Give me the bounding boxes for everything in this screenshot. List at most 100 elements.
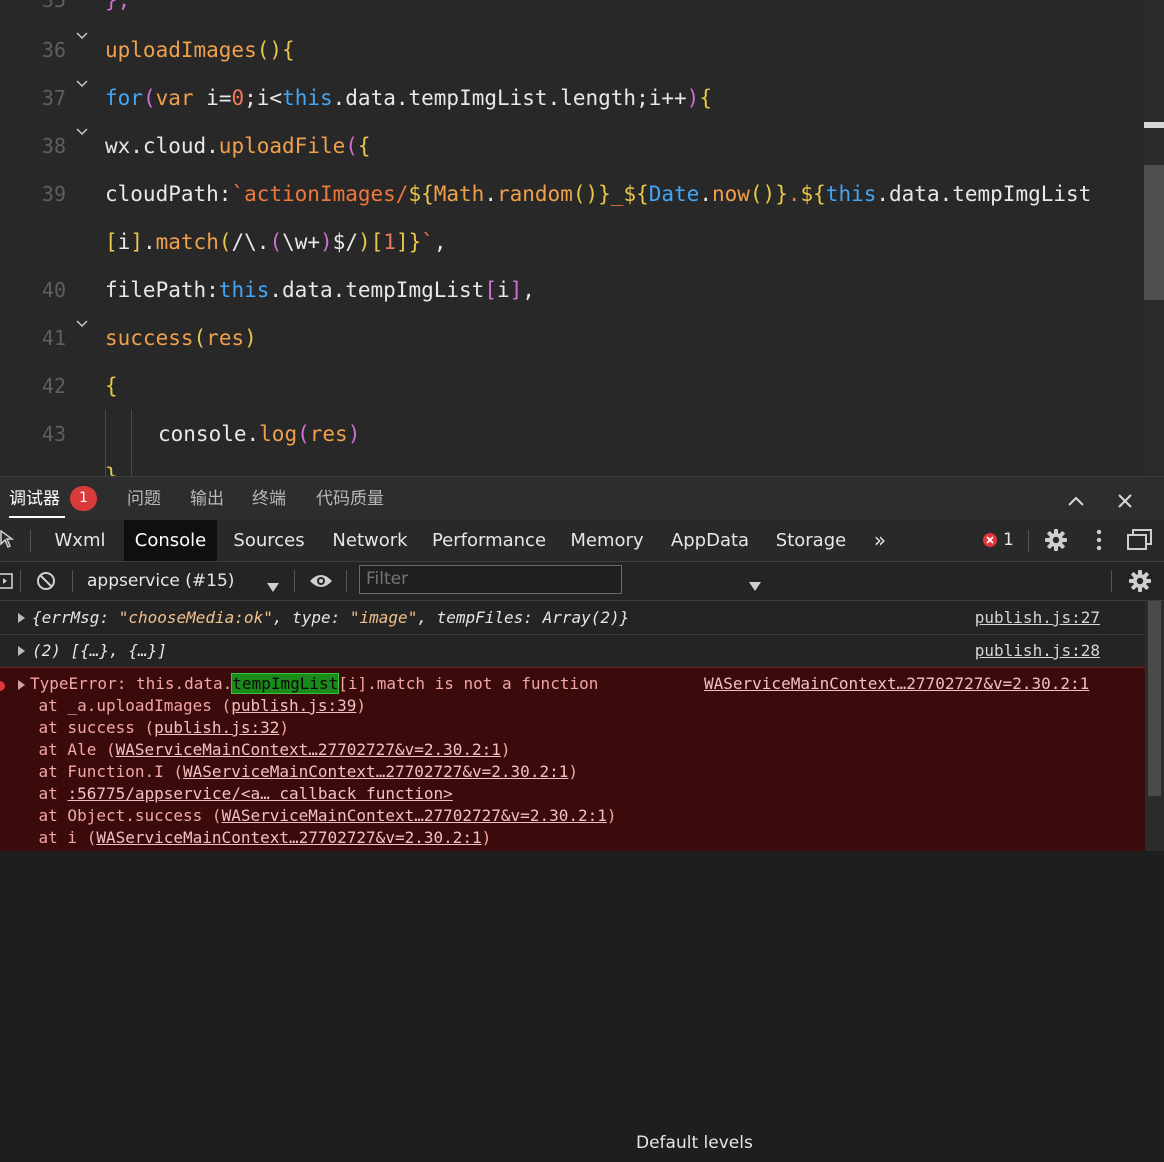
code-line: 36 uploadImages(){ [0, 26, 1144, 74]
line-number: 41 [41, 326, 66, 350]
editor-scroll-thumb[interactable] [1144, 165, 1164, 300]
stack-link[interactable]: WAServiceMainContext…27702727&v=2.30.2:1 [183, 762, 568, 781]
stack-frame: at Object.success (WAServiceMainContext…… [0, 806, 617, 825]
error-icon [0, 677, 6, 696]
filter-input[interactable] [366, 566, 616, 593]
code-line: 38 wx.cloud.uploadFile({ [0, 122, 1144, 170]
tab-code-quality[interactable]: 代码质量 [316, 477, 384, 521]
code-text: console.log(res) [158, 422, 361, 446]
filter-box[interactable] [359, 565, 622, 594]
tab-performance[interactable]: Performance [428, 520, 550, 561]
code-text: [i].match(/\.(\w+)$/)[1]}`, [105, 230, 447, 254]
console-output[interactable]: {errMsg: "chooseMedia:ok", type: "image"… [0, 601, 1164, 851]
code-text: } [105, 464, 118, 476]
tab-network[interactable]: Network [324, 520, 416, 561]
default-levels-dropdown[interactable]: Default levels [636, 1124, 753, 1162]
stack-link[interactable]: :56775/appservice/<a… callback function> [67, 784, 452, 803]
default-levels-label[interactable]: Default levels [636, 1133, 753, 1153]
code-line: [i].match(/\.(\w+)$/)[1]}`, [0, 218, 1144, 266]
dropdown-arrow-icon[interactable] [749, 576, 761, 595]
stack-frame: at success (publish.js:32) [0, 718, 289, 737]
fold-chevron-icon[interactable] [76, 320, 88, 330]
fold-chevron-icon[interactable] [76, 80, 88, 90]
active-tab-underline [9, 516, 65, 518]
expand-arrow-icon[interactable] [18, 646, 25, 656]
code-text: success(res) [105, 326, 257, 350]
line-number: 42 [41, 374, 66, 398]
context-selector[interactable]: appservice (#15) [87, 562, 234, 600]
line-number: 43 [41, 422, 66, 446]
error-count-badge: 1 [70, 486, 97, 511]
close-icon[interactable] [1117, 493, 1133, 513]
line-number: 36 [41, 38, 66, 62]
tab-output[interactable]: 输出 [190, 477, 224, 521]
gear-icon[interactable] [1045, 529, 1067, 555]
toolbar-divider [20, 570, 21, 592]
log-message: (2) [{…}, {…}] [32, 641, 167, 660]
tab-sources[interactable]: Sources [226, 520, 312, 561]
stack-frame: at :56775/appservice/<a… callback functi… [0, 784, 453, 803]
stack-link[interactable]: WAServiceMainContext…27702727&v=2.30.2:1 [96, 828, 481, 847]
console-error-row[interactable]: TypeError: this.data.tempImgList[i].matc… [0, 667, 1145, 851]
code-line: 41 success(res) [0, 314, 1144, 362]
tab-storage[interactable]: Storage [768, 520, 854, 561]
error-source-link[interactable]: WAServiceMainContext…27702727&v=2.30.2:1 [704, 673, 1089, 695]
console-log-row[interactable]: (2) [{…}, {…}] publish.js:28 [0, 634, 1145, 668]
tab-terminal[interactable]: 终端 [252, 477, 286, 521]
error-icon[interactable] [982, 532, 998, 552]
toolbar-divider [1111, 570, 1112, 592]
code-line: 40 filePath:this.data.tempImgList[i], [0, 266, 1144, 314]
console-scroll-thumb[interactable] [1148, 601, 1161, 796]
toolbar-divider [1028, 530, 1029, 552]
stack-frame: at i (WAServiceMainContext…27702727&v=2.… [0, 828, 492, 847]
stack-frame: at Ale (WAServiceMainContext…27702727&v=… [0, 740, 511, 759]
error-message: TypeError: this.data.tempImgList[i].matc… [30, 673, 599, 694]
tab-problems[interactable]: 问题 [127, 477, 161, 521]
dropdown-arrow-icon[interactable] [267, 577, 279, 596]
stack-frame: at Function.I (WAServiceMainContext…2770… [0, 762, 578, 781]
line-number: 35 [41, 0, 66, 12]
tab-debugger[interactable]: 调试器 [9, 477, 60, 521]
devtools-tab-bar: Wxml Console Sources Network Performance… [0, 520, 1164, 562]
tab-appdata[interactable]: AppData [664, 520, 756, 561]
expand-arrow-icon[interactable] [18, 680, 25, 690]
code-text: { [105, 374, 118, 398]
editor-scrollbar[interactable] [1144, 0, 1164, 476]
error-count[interactable]: 1 [1003, 520, 1014, 561]
log-source-link[interactable]: publish.js:28 [975, 634, 1100, 667]
clear-console-icon[interactable] [36, 571, 56, 595]
chevron-up-icon[interactable] [1067, 492, 1085, 511]
dock-icon[interactable] [1127, 529, 1153, 555]
tab-console[interactable]: Console [124, 520, 217, 561]
code-text: uploadImages(){ [105, 38, 295, 62]
code-line: 35 }, [0, 0, 1144, 24]
more-tabs-button[interactable]: » [864, 520, 896, 561]
tab-wxml[interactable]: Wxml [44, 520, 116, 561]
log-source-link[interactable]: publish.js:27 [975, 601, 1100, 634]
fold-chevron-icon[interactable] [76, 128, 88, 138]
indent-guide [105, 410, 106, 476]
stack-link[interactable]: publish.js:39 [231, 696, 356, 715]
line-number: 37 [41, 86, 66, 110]
console-settings-gear-icon[interactable] [1129, 570, 1151, 596]
code-editor[interactable]: 35 }, 36 uploadImages(){ 37 for(var i=0;… [0, 0, 1164, 476]
code-line: 37 for(var i=0;i<this.data.tempImgList.l… [0, 74, 1144, 122]
stack-link[interactable]: WAServiceMainContext…27702727&v=2.30.2:1 [116, 740, 501, 759]
tab-memory[interactable]: Memory [562, 520, 652, 561]
console-scrollbar[interactable] [1145, 601, 1164, 851]
code-line: 39 cloudPath:`actionImages/${Math.random… [0, 170, 1144, 218]
code-line: 43 console.log(res) [0, 410, 1144, 458]
stack-frame: at _a.uploadImages (publish.js:39) [0, 696, 367, 715]
fold-chevron-icon[interactable] [76, 32, 88, 42]
sidebar-toggle-icon[interactable] [0, 573, 14, 593]
more-options-icon[interactable] [1096, 529, 1102, 555]
stack-link[interactable]: WAServiceMainContext…27702727&v=2.30.2:1 [222, 806, 607, 825]
code-text: wx.cloud.uploadFile({ [105, 134, 371, 158]
toolbar-divider [294, 570, 295, 592]
console-log-row[interactable]: {errMsg: "chooseMedia:ok", type: "image"… [0, 601, 1145, 635]
expand-arrow-icon[interactable] [18, 613, 25, 623]
eye-icon[interactable] [309, 573, 333, 593]
indent-guide [131, 410, 132, 476]
inspect-element-icon[interactable] [0, 529, 18, 556]
stack-link[interactable]: publish.js:32 [154, 718, 279, 737]
